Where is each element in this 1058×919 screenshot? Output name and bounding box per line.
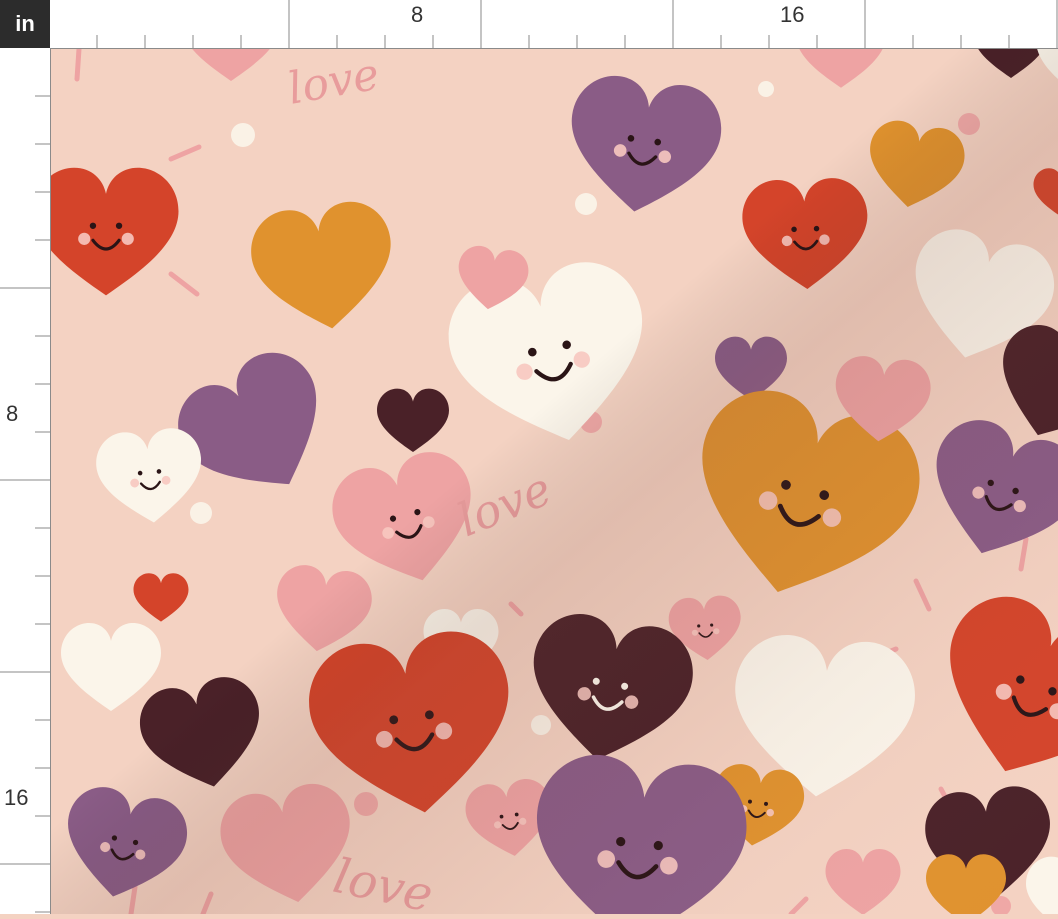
ruler-top-label-16: 16 — [780, 4, 804, 26]
horizontal-ruler: 8 16 — [50, 0, 1058, 49]
ruler-unit-corner: in — [0, 0, 50, 48]
ruler-left-label-16: 16 — [4, 787, 28, 809]
vertical-ruler: 8 16 — [0, 48, 51, 914]
ruler-top-label-8: 8 — [411, 4, 423, 26]
ruler-unit-label: in — [15, 11, 35, 37]
horizontal-ruler-ticks — [50, 0, 1058, 48]
fabric-pattern-preview: lovelovelove — [51, 49, 1058, 914]
ruler-left-label-8: 8 — [6, 403, 18, 425]
hearts-pattern: lovelovelove — [51, 49, 1058, 914]
light-shadow-overlay — [51, 49, 1058, 914]
